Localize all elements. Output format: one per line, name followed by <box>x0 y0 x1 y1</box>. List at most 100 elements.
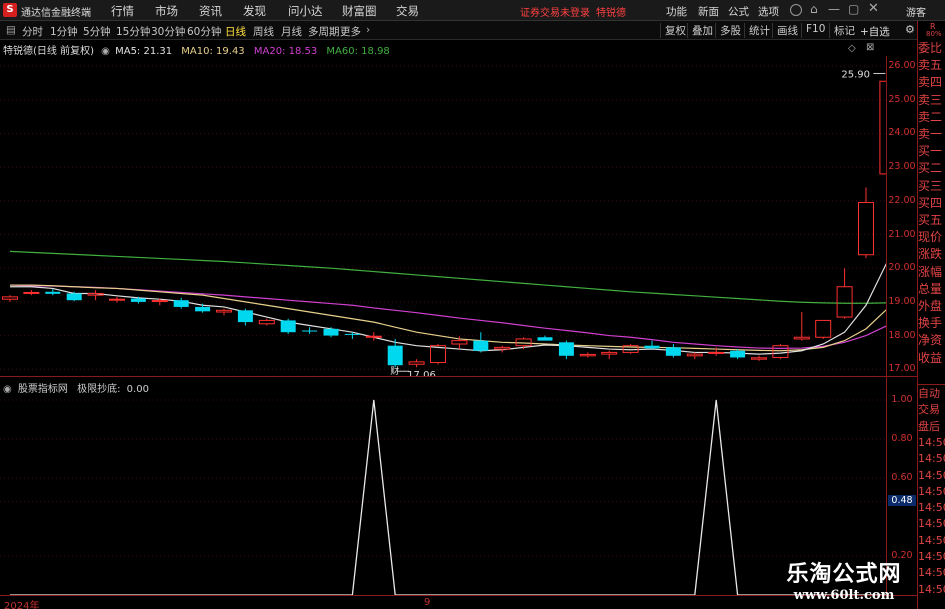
main-chart-border <box>0 376 917 377</box>
candle-body <box>130 298 146 302</box>
candle-body <box>708 351 725 354</box>
chart-tool-button[interactable]: 叠加 <box>687 23 717 38</box>
candle <box>601 350 618 360</box>
quote-label: 现价 <box>918 230 943 245</box>
menu-item[interactable]: 问小达 <box>288 3 323 19</box>
trade-label: 14:50 <box>918 501 945 515</box>
menu-right-item[interactable]: 公式 <box>728 4 749 19</box>
period-tab[interactable]: 60分钟 <box>187 24 221 39</box>
price-label: 22.00 <box>888 194 916 206</box>
more-chevron-icon[interactable]: › <box>366 24 370 36</box>
candle <box>408 359 425 368</box>
candle-body <box>751 357 767 360</box>
minimize-icon[interactable]: — <box>828 2 840 16</box>
price-label: 18.00 <box>888 329 916 341</box>
chart-tool-button[interactable]: 复权 <box>660 23 690 38</box>
period-tab[interactable]: 日线 <box>225 24 246 39</box>
candle-body <box>537 337 553 341</box>
candle <box>836 268 853 319</box>
diamond-icon[interactable]: ◇ <box>848 43 856 54</box>
candle-body <box>323 328 339 336</box>
price-label: 21.00 <box>888 228 916 240</box>
menu-item[interactable]: 交易 <box>396 3 419 19</box>
maximize-icon[interactable]: ▢ <box>848 2 859 16</box>
candle-body <box>2 296 18 300</box>
indicator-chart[interactable] <box>0 392 887 595</box>
trade-label: 14:50 <box>918 484 945 498</box>
candle-body <box>387 345 403 366</box>
candle-body <box>644 345 660 349</box>
period-tab[interactable]: 周线 <box>253 24 274 39</box>
app-window: { "app":{"title":"通达信金融终端"}, "menu":{"it… <box>0 0 945 609</box>
trade-label: 14:50 <box>918 435 945 449</box>
candle-body <box>772 345 789 358</box>
trade-label: 14:50 <box>918 550 945 563</box>
candle <box>2 295 18 302</box>
side-pct-label: 80% <box>926 30 942 38</box>
watermark-url: www.60lt.com <box>793 588 895 603</box>
period-tab[interactable]: 多周期 <box>308 24 340 39</box>
trade-label: 14:50 <box>918 566 945 580</box>
candle-body <box>344 333 360 335</box>
candle <box>730 349 746 360</box>
chart-tool-button[interactable]: 统计 <box>744 23 774 38</box>
period-tab[interactable]: 15分钟 <box>116 24 150 39</box>
quote-label: 卖一 <box>918 127 943 141</box>
candle-body <box>686 353 703 357</box>
price-label: 19.00 <box>888 295 916 307</box>
candle <box>793 312 810 341</box>
candlestick-chart[interactable]: 25.9017.06财 <box>0 56 887 376</box>
candle <box>216 308 232 316</box>
candle <box>686 352 703 360</box>
close-icon[interactable]: ✕ <box>868 1 879 16</box>
menu-right-item[interactable]: 新面 <box>698 4 719 19</box>
period-tab[interactable]: 1分钟 <box>50 24 78 39</box>
trade-label: 交易 <box>918 403 940 417</box>
menu-item[interactable]: 市场 <box>155 3 178 19</box>
menu-item[interactable]: 资讯 <box>199 3 222 19</box>
quote-label: 换手 <box>918 316 943 331</box>
chart-tool-button[interactable]: 标记 <box>829 23 859 38</box>
settings-icon[interactable]: ⚙ <box>905 23 915 36</box>
candle <box>365 332 382 341</box>
high-label: 25.90 <box>841 69 870 80</box>
chart-tool-button[interactable]: F10 <box>801 23 829 38</box>
candle-body <box>23 291 40 294</box>
trade-label: 14:50 <box>918 452 945 466</box>
trade-label: 14:50 <box>918 533 945 547</box>
candle-body <box>280 320 296 333</box>
period-tab[interactable]: 5分钟 <box>83 24 111 39</box>
chart-tool-button[interactable]: 多股 <box>715 23 745 38</box>
period-tab[interactable]: 30分钟 <box>151 24 185 39</box>
menu-item[interactable]: 行情 <box>111 3 134 19</box>
indicator-value-label: 0.48 <box>888 495 916 507</box>
guest-label[interactable]: 游客 <box>906 4 926 19</box>
menu-item[interactable]: 发现 <box>243 3 266 19</box>
app-logo-icon: S <box>3 3 17 17</box>
candle <box>109 296 125 303</box>
menu-right-item[interactable]: 功能 <box>666 4 687 19</box>
menu-item[interactable]: 财富圈 <box>342 3 377 19</box>
trade-label: 14:50 <box>918 468 945 482</box>
period-tab[interactable]: 分时 <box>22 24 43 39</box>
add-watchlist-button[interactable]: +自选 <box>860 24 890 39</box>
candle-body <box>45 291 61 294</box>
menu-right-item[interactable]: 选项 <box>758 4 779 19</box>
candle <box>665 344 681 358</box>
candle-body <box>601 351 618 355</box>
stock-hint[interactable]: 特锐德 <box>596 4 626 19</box>
candle-body <box>579 353 596 357</box>
trade-login-notice[interactable]: 证券交易未登录 <box>520 4 590 19</box>
period-tab[interactable]: 月线 <box>281 24 302 39</box>
period-menu-icon[interactable]: ▤ <box>6 24 16 36</box>
candle <box>23 290 40 296</box>
quote-label: 买五 <box>918 213 943 227</box>
avatar[interactable] <box>790 4 802 16</box>
period-tab[interactable]: 更多 <box>340 24 361 39</box>
candle <box>772 344 789 360</box>
candle <box>815 319 832 339</box>
chart-tool-button[interactable]: 画线 <box>772 23 802 38</box>
candle <box>302 327 318 334</box>
bell-icon[interactable]: ⌂ <box>810 2 818 16</box>
expand-icon[interactable]: ⊠ <box>866 42 874 53</box>
